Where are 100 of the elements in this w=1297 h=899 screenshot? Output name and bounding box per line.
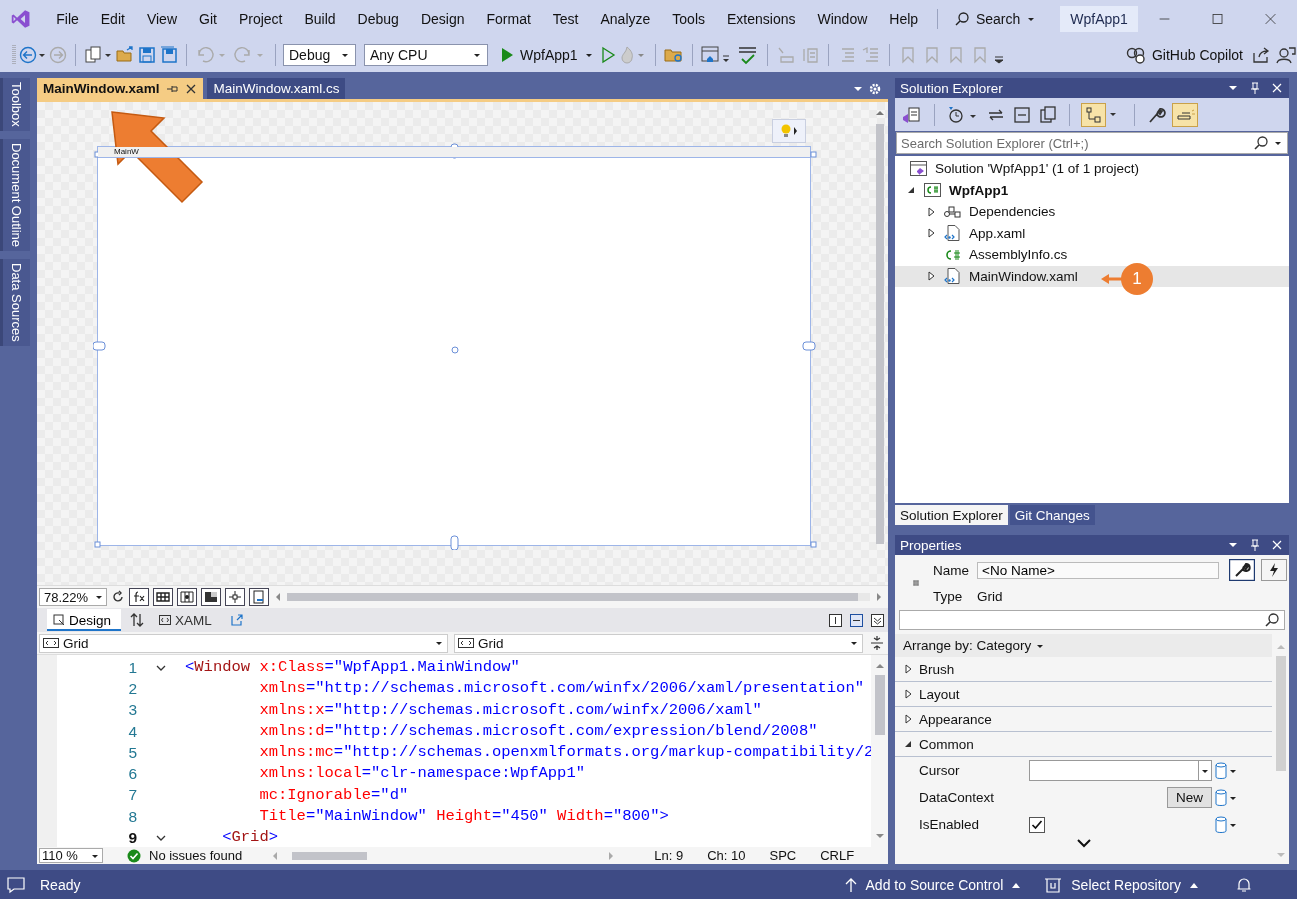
whitespace-indicator[interactable]: SPC bbox=[769, 848, 797, 863]
menu-item[interactable]: Edit bbox=[89, 10, 136, 27]
menu-item[interactable]: Git bbox=[188, 10, 228, 27]
side-tab[interactable]: Data Sources bbox=[0, 258, 30, 346]
view-tab[interactable]: Design bbox=[47, 609, 122, 631]
close-icon[interactable] bbox=[185, 82, 198, 95]
panel-tab[interactable]: Solution Explorer bbox=[895, 505, 1008, 525]
menu-item[interactable]: Build bbox=[293, 10, 347, 27]
checkbox[interactable] bbox=[1029, 816, 1045, 833]
checker-icon[interactable] bbox=[201, 588, 222, 606]
tree-item[interactable]: App.xaml bbox=[895, 222, 1289, 244]
split-horizontal-icon[interactable] bbox=[850, 613, 863, 627]
open-folder-icon[interactable] bbox=[115, 44, 135, 65]
line-indicator[interactable]: Ln: 9 bbox=[654, 848, 684, 863]
search-button[interactable]: Search bbox=[945, 10, 1045, 27]
category-header[interactable]: Brush bbox=[895, 657, 1272, 682]
panel-tab[interactable]: Git Changes bbox=[1009, 505, 1095, 525]
search-input[interactable]: Search Solution Explorer (Ctrl+;) bbox=[897, 135, 1249, 151]
source-control-button[interactable]: Add to Source Control bbox=[865, 876, 1022, 893]
expand-icon[interactable] bbox=[926, 270, 936, 283]
lightbulb-button[interactable] bbox=[772, 119, 806, 143]
vs-solution-icon[interactable] bbox=[901, 104, 923, 125]
document-tab[interactable]: MainWindow.xaml.cs bbox=[207, 78, 346, 99]
menu-item[interactable]: Design bbox=[409, 10, 476, 27]
chevron-down-icon[interactable] bbox=[1075, 838, 1092, 848]
tree-item[interactable]: WpfApp1 bbox=[895, 179, 1289, 201]
pin-icon[interactable] bbox=[1249, 538, 1261, 552]
column-indicator[interactable]: Ch: 10 bbox=[707, 848, 746, 863]
collapse-icon[interactable] bbox=[155, 833, 167, 843]
search-icon[interactable] bbox=[1253, 135, 1269, 151]
tree-item[interactable]: Dependencies bbox=[895, 201, 1289, 223]
configuration-dropdown[interactable]: Debug bbox=[283, 43, 356, 66]
new-item-icon[interactable] bbox=[83, 44, 113, 65]
feedback-icon[interactable] bbox=[1275, 44, 1297, 65]
split-icon[interactable] bbox=[869, 635, 885, 651]
scrollbar-thumb[interactable] bbox=[1275, 656, 1286, 771]
preview-icon[interactable] bbox=[1172, 102, 1198, 127]
bell-icon[interactable] bbox=[1235, 875, 1253, 894]
element-dropdown[interactable]: Grid bbox=[39, 633, 448, 653]
scroll-right-icon[interactable] bbox=[874, 591, 884, 603]
view-tab[interactable]: XAML bbox=[153, 609, 222, 631]
scrollbar-thumb[interactable] bbox=[287, 593, 859, 601]
menu-item[interactable]: Analyze bbox=[589, 10, 662, 27]
issues-status[interactable]: No issues found bbox=[149, 848, 243, 863]
search-field[interactable] bbox=[899, 610, 1285, 630]
search-field[interactable]: Search Solution Explorer (Ctrl+;) bbox=[896, 132, 1288, 154]
lightning-icon[interactable] bbox=[1261, 559, 1287, 581]
copy-icon[interactable] bbox=[1038, 104, 1058, 125]
side-tab[interactable]: Toolbox bbox=[0, 78, 30, 131]
back-icon[interactable] bbox=[18, 44, 46, 65]
search-icon[interactable] bbox=[1264, 612, 1280, 628]
pin-icon[interactable] bbox=[1249, 81, 1261, 95]
snap-grid-icon[interactable] bbox=[177, 588, 198, 606]
menu-item[interactable]: Project bbox=[227, 10, 294, 27]
menu-item[interactable]: File bbox=[45, 10, 90, 27]
start-button[interactable]: WpfApp1 bbox=[496, 46, 598, 63]
copilot-button[interactable]: GitHub Copilot bbox=[1125, 45, 1243, 64]
formula-icon[interactable] bbox=[129, 588, 150, 606]
grid-icon[interactable] bbox=[153, 588, 174, 606]
play-outline-icon[interactable] bbox=[599, 45, 616, 64]
zoom-dropdown[interactable]: 110 % bbox=[39, 848, 103, 863]
save-icon[interactable] bbox=[137, 44, 157, 65]
settings-icon[interactable] bbox=[868, 81, 882, 96]
menu-item[interactable]: Test bbox=[541, 10, 590, 27]
collapse-icon[interactable] bbox=[906, 185, 916, 196]
scrollbar-thumb[interactable] bbox=[874, 675, 885, 735]
collapse-pane-icon[interactable] bbox=[871, 613, 884, 627]
name-field[interactable]: <No Name> bbox=[977, 561, 1219, 579]
save-all-icon[interactable] bbox=[159, 44, 179, 65]
scrollbar-thumb[interactable] bbox=[875, 124, 884, 544]
swap-panes-icon[interactable] bbox=[129, 612, 146, 628]
category-header[interactable]: Appearance bbox=[895, 707, 1272, 732]
properties-icon[interactable] bbox=[1229, 559, 1255, 581]
snap-lines-icon[interactable] bbox=[225, 588, 246, 606]
repository-icon[interactable] bbox=[1043, 875, 1064, 894]
expand-icon[interactable] bbox=[926, 205, 936, 218]
refresh-icon[interactable] bbox=[111, 590, 126, 604]
collapse-all-icon[interactable] bbox=[1012, 104, 1032, 125]
side-tab[interactable]: Document Outline bbox=[0, 138, 30, 251]
zoom-dropdown[interactable]: 78.22% bbox=[39, 588, 108, 606]
document-tab[interactable]: MainWindow.xaml bbox=[37, 78, 204, 99]
chat-icon[interactable] bbox=[6, 875, 26, 894]
menu-item[interactable]: Debug bbox=[346, 10, 410, 27]
menu-item[interactable]: Window bbox=[806, 10, 879, 27]
category-header[interactable]: Common bbox=[895, 732, 1272, 757]
platform-dropdown[interactable]: Any CPU bbox=[364, 43, 488, 66]
split-vertical-icon[interactable] bbox=[829, 613, 842, 627]
cursor-dropdown[interactable] bbox=[1029, 760, 1212, 781]
scrollbar-thumb[interactable] bbox=[292, 851, 368, 860]
new-button[interactable]: New bbox=[1167, 787, 1212, 808]
menu-item[interactable]: Format bbox=[475, 10, 542, 27]
window-preview[interactable]: MainW bbox=[97, 146, 811, 546]
menu-item[interactable]: Help bbox=[878, 10, 930, 27]
arrow-up-icon[interactable] bbox=[843, 876, 858, 893]
tree-item[interactable]: Solution 'WpfApp1' (1 of 1 project) bbox=[895, 158, 1289, 180]
arrange-dropdown[interactable]: Arrange by: Category bbox=[895, 634, 1272, 657]
repository-button[interactable]: Select Repository bbox=[1071, 876, 1199, 893]
line-ending-indicator[interactable]: CRLF bbox=[820, 848, 855, 863]
device-icon[interactable] bbox=[249, 588, 270, 606]
expand-icon[interactable] bbox=[926, 227, 936, 240]
